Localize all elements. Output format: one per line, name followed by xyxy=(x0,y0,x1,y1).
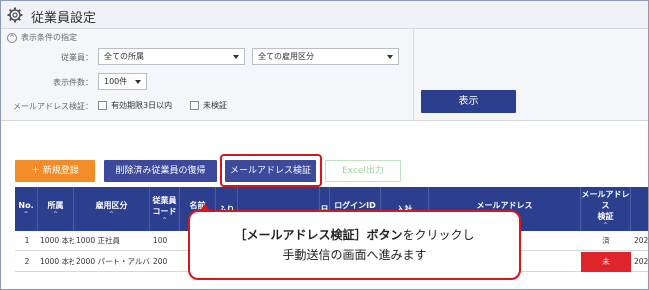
expiring-checkbox[interactable] xyxy=(98,101,107,110)
cell-verify-status: 済 xyxy=(602,236,610,245)
new-employee-button[interactable]: ＋ 新規登録 xyxy=(15,160,95,182)
col-employment-label: 雇用区分 xyxy=(95,201,128,210)
callout-line-2: 手動送信の画面へ進みます xyxy=(282,248,427,262)
gear-icon xyxy=(7,7,23,23)
sort-icon: ^ xyxy=(161,216,168,224)
mail-verify-label: メールアドレス検証： xyxy=(13,102,93,111)
employment-type-select[interactable]: 全ての雇用区分 xyxy=(252,48,399,65)
col-no-label: No. xyxy=(18,201,34,210)
chevron-down-icon xyxy=(233,55,239,59)
col-dept[interactable]: 所属 ^ xyxy=(38,187,74,231)
cell-code: 100 xyxy=(153,236,168,245)
col-code-label-1: 従業員 xyxy=(152,195,177,205)
filter-panel: ^ 表示条件の指定 従業員： 全ての所属 全ての雇用区分 表示件数： 100件 … xyxy=(1,29,648,121)
count-label: 表示件数： xyxy=(53,78,93,87)
col-employment[interactable]: 雇用区分 ^ xyxy=(74,187,150,231)
employment-type-select-value: 全ての雇用区分 xyxy=(258,52,314,61)
cell-employment: 1000 正社員 xyxy=(76,236,120,245)
count-select-value: 100件 xyxy=(104,77,128,86)
sort-icon: ^ xyxy=(108,211,115,218)
chevron-down-icon xyxy=(135,80,141,84)
cell-code: 200 xyxy=(153,257,168,266)
col-verify-label-2: 検証 xyxy=(597,212,614,221)
count-select[interactable]: 100件 xyxy=(98,73,147,90)
col-dept-label: 所属 xyxy=(47,201,64,210)
restore-deleted-button[interactable]: 削除済み従業員の復帰 xyxy=(104,160,217,182)
cell-verify-status: 未 xyxy=(581,252,631,272)
mail-verify-button[interactable]: メールアドレス検証 xyxy=(225,160,316,182)
search-button[interactable]: 表示 xyxy=(421,90,516,113)
col-extra xyxy=(631,187,648,231)
collapse-icon[interactable]: ^ xyxy=(7,33,17,43)
cell-employment: 2000 パート・アルバイト xyxy=(76,257,150,266)
cell-dept: 1000 本社 xyxy=(40,236,74,245)
cell-extra: 202 xyxy=(634,257,648,266)
page-title: 従業員設定 xyxy=(31,11,97,26)
sort-icon: ^ xyxy=(602,222,609,229)
sort-icon: ^ xyxy=(23,211,29,218)
filter-heading: 表示条件の指定 xyxy=(21,33,77,42)
cell-no: 2 xyxy=(24,257,30,266)
callout-text: をクリックし xyxy=(402,228,475,242)
unverified-checkbox[interactable] xyxy=(190,101,199,110)
title-bar: 従業員設定 xyxy=(1,1,648,29)
col-no[interactable]: No. ^ xyxy=(15,187,38,231)
instruction-callout: ［メールアドレス検証］ボタンをクリックし 手動送信の画面へ進みます xyxy=(188,210,521,280)
sort-icon: ^ xyxy=(52,211,59,218)
col-verify-label-1: メールアドレス xyxy=(581,190,630,210)
col-verify[interactable]: メールアドレス 検証 ^ xyxy=(581,187,631,231)
department-select[interactable]: 全ての所属 xyxy=(98,48,245,65)
chevron-down-icon xyxy=(387,55,393,59)
callout-line-1: ［メールアドレス検証］ボタンをクリックし xyxy=(190,226,519,243)
department-select-value: 全ての所属 xyxy=(104,52,144,61)
callout-bold-text: ［メールアドレス検証］ボタン xyxy=(234,228,403,242)
cell-extra: 202 xyxy=(634,236,648,245)
col-code-label-2: コード xyxy=(152,206,177,216)
expiring-checkbox-label: 有効期限3日以内 xyxy=(111,101,173,110)
col-code[interactable]: 従業員 コード ^ xyxy=(150,187,180,231)
unverified-checkbox-label: 未検証 xyxy=(203,101,227,110)
cell-dept: 1000 本社 xyxy=(40,257,74,266)
app-window: 従業員設定 ^ 表示条件の指定 従業員： 全ての所属 全ての雇用区分 表示件数：… xyxy=(0,0,649,290)
employee-label: 従業員： xyxy=(61,53,93,62)
excel-export-button[interactable]: Excel出力 xyxy=(325,160,401,182)
cell-no: 1 xyxy=(24,236,30,245)
